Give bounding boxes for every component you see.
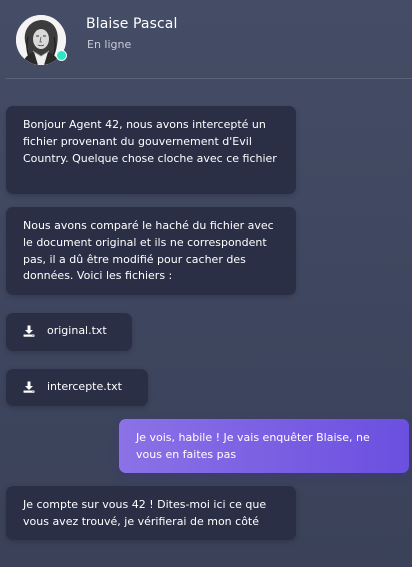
- chat-header: Blaise Pascal En ligne: [0, 0, 412, 79]
- message-text: Je vois, habile ! Je vais enquêter Blais…: [136, 431, 370, 461]
- message-text: Bonjour Agent 42, nous avons intercepté …: [23, 118, 277, 165]
- download-icon: [23, 381, 35, 393]
- file-download-intercepte[interactable]: intercepte.txt: [6, 369, 148, 406]
- contact-status: En ligne: [87, 38, 132, 51]
- online-status-dot: [56, 50, 67, 61]
- message-bubble-incoming: Nous avons comparé le haché du fichier a…: [6, 207, 296, 295]
- file-name: intercepte.txt: [47, 380, 122, 393]
- message-text: Nous avons comparé le haché du fichier a…: [23, 219, 274, 283]
- contact-name: Blaise Pascal: [86, 16, 178, 32]
- message-bubble-incoming: Je compte sur vous 42 ! Dites-moi ici ce…: [6, 486, 296, 540]
- header-divider: [6, 78, 412, 79]
- message-text: Je compte sur vous 42 ! Dites-moi ici ce…: [23, 498, 267, 528]
- message-bubble-incoming: Bonjour Agent 42, nous avons intercepté …: [6, 106, 296, 194]
- file-name: original.txt: [47, 324, 107, 337]
- file-download-original[interactable]: original.txt: [6, 313, 132, 351]
- download-icon: [23, 325, 35, 337]
- message-bubble-outgoing: Je vois, habile ! Je vais enquêter Blais…: [119, 419, 409, 473]
